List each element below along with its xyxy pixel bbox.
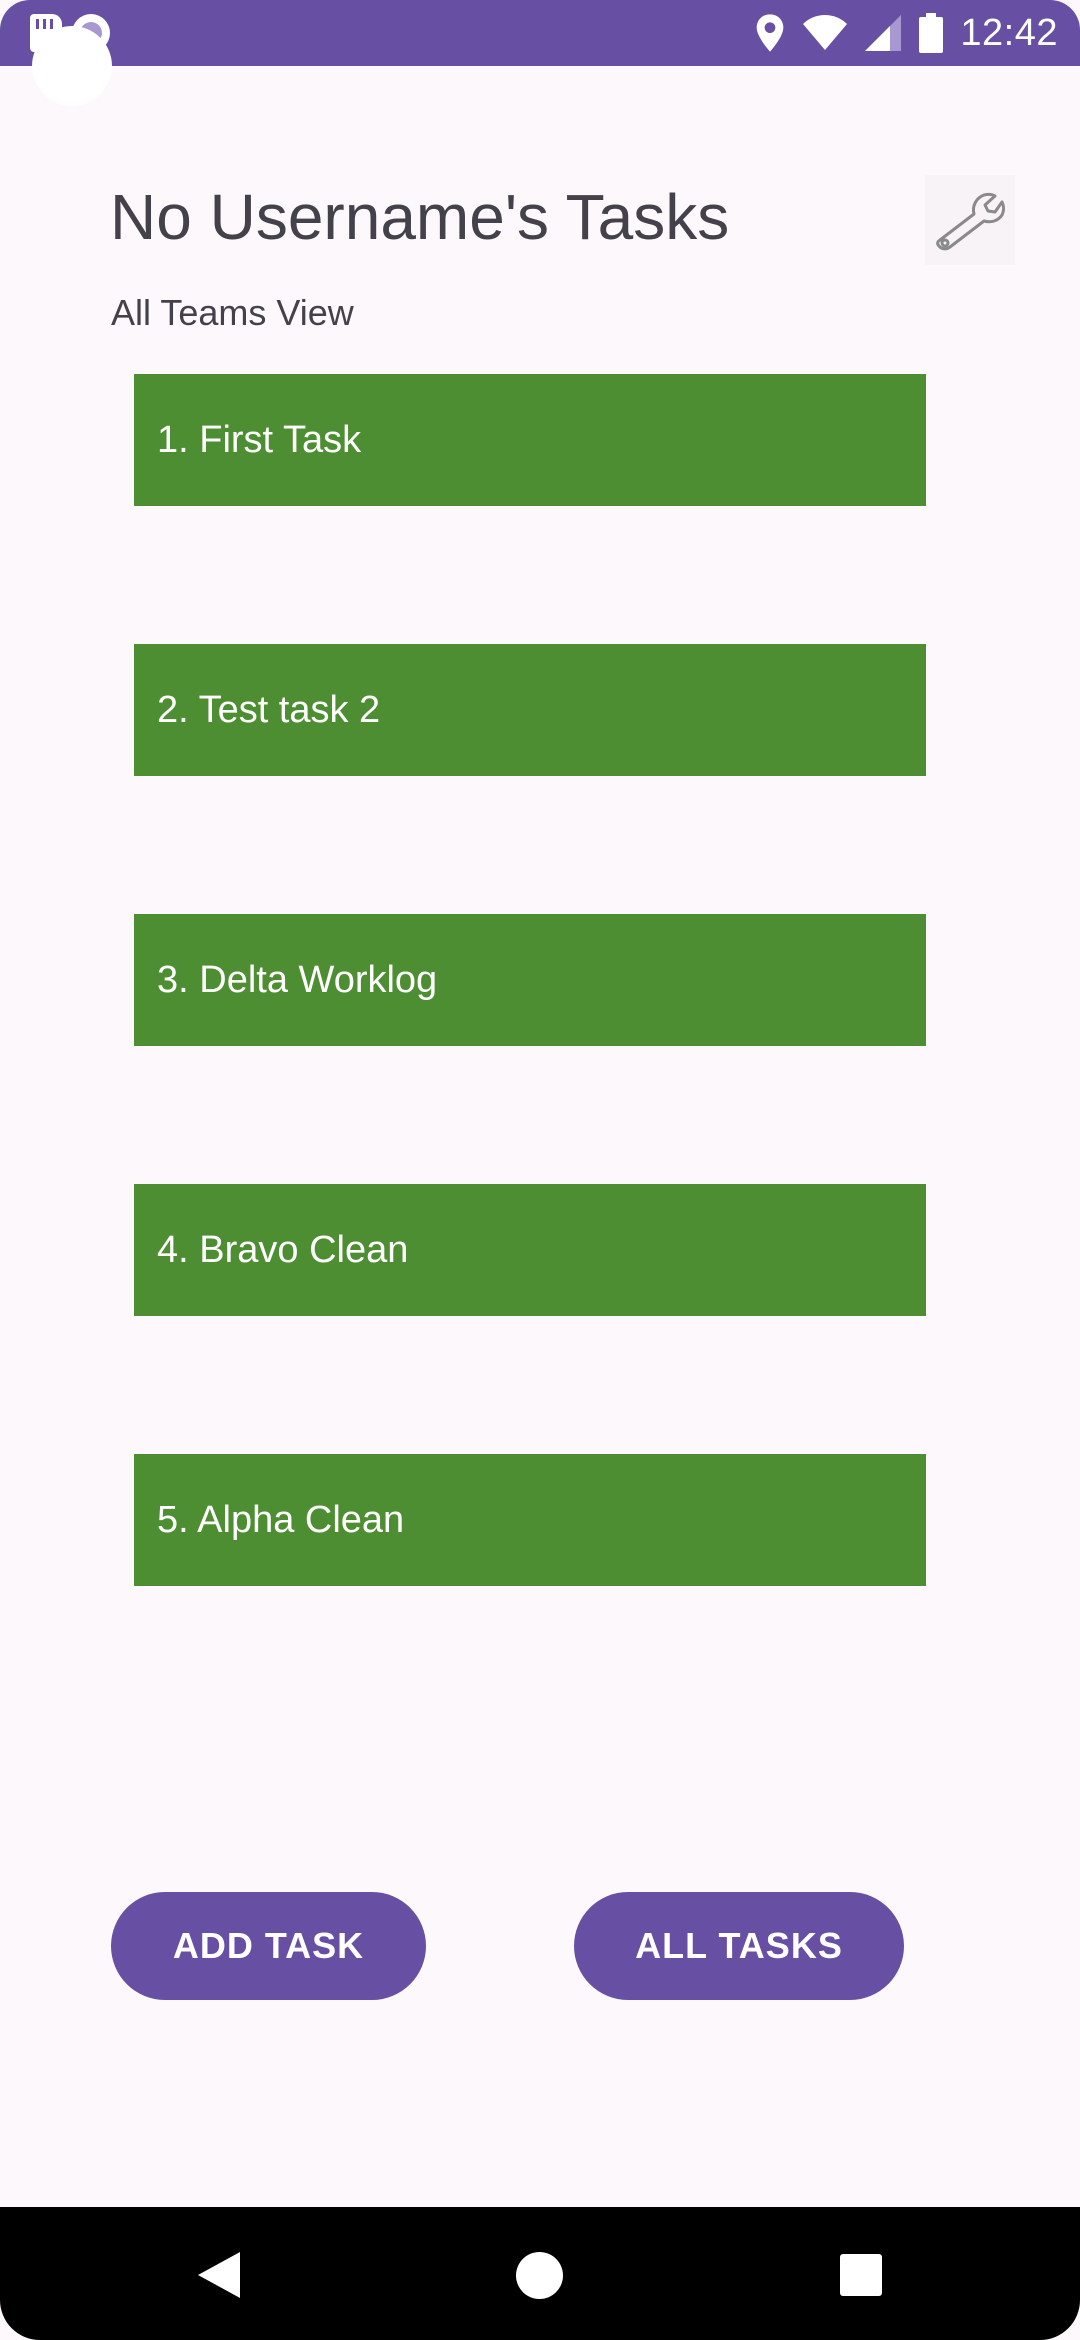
camera-cutout <box>32 26 112 106</box>
task-label: 1. First Task <box>157 418 362 461</box>
app-screen: 12:42 No Username's Tasks All Teams View… <box>0 0 1080 2340</box>
task-label: 4. Bravo Clean <box>157 1228 409 1271</box>
task-list: 1. First Task 2. Test task 2 3. Delta Wo… <box>134 374 926 1724</box>
wrench-icon <box>936 192 1005 251</box>
task-item[interactable]: 2. Test task 2 <box>134 644 926 776</box>
task-label: 2. Test task 2 <box>157 688 381 731</box>
settings-button[interactable] <box>925 175 1015 265</box>
page-title: No Username's Tasks <box>110 181 730 253</box>
location-icon <box>757 14 784 52</box>
status-right-icons: 12:42 <box>754 8 1058 58</box>
signal-icon <box>865 15 902 51</box>
back-icon[interactable] <box>198 2252 240 2298</box>
status-bar: 12:42 <box>0 0 1080 66</box>
task-item[interactable]: 3. Delta Worklog <box>134 914 926 1046</box>
task-item[interactable]: 4. Bravo Clean <box>134 1184 926 1316</box>
navigation-bar <box>0 2207 1080 2340</box>
all-tasks-button[interactable]: ALL TASKS <box>574 1892 904 2000</box>
wifi-icon <box>803 15 848 50</box>
task-label: 3. Delta Worklog <box>157 958 438 1001</box>
battery-icon <box>919 13 944 53</box>
task-item[interactable]: 1. First Task <box>134 374 926 506</box>
add-task-button[interactable]: ADD TASK <box>111 1892 426 2000</box>
task-item[interactable]: 5. Alpha Clean <box>134 1454 926 1586</box>
status-time: 12:42 <box>960 11 1058 54</box>
home-icon[interactable] <box>516 2252 563 2299</box>
page-subtitle: All Teams View <box>111 292 354 333</box>
recents-icon[interactable] <box>840 2254 882 2296</box>
task-label: 5. Alpha Clean <box>157 1498 405 1541</box>
